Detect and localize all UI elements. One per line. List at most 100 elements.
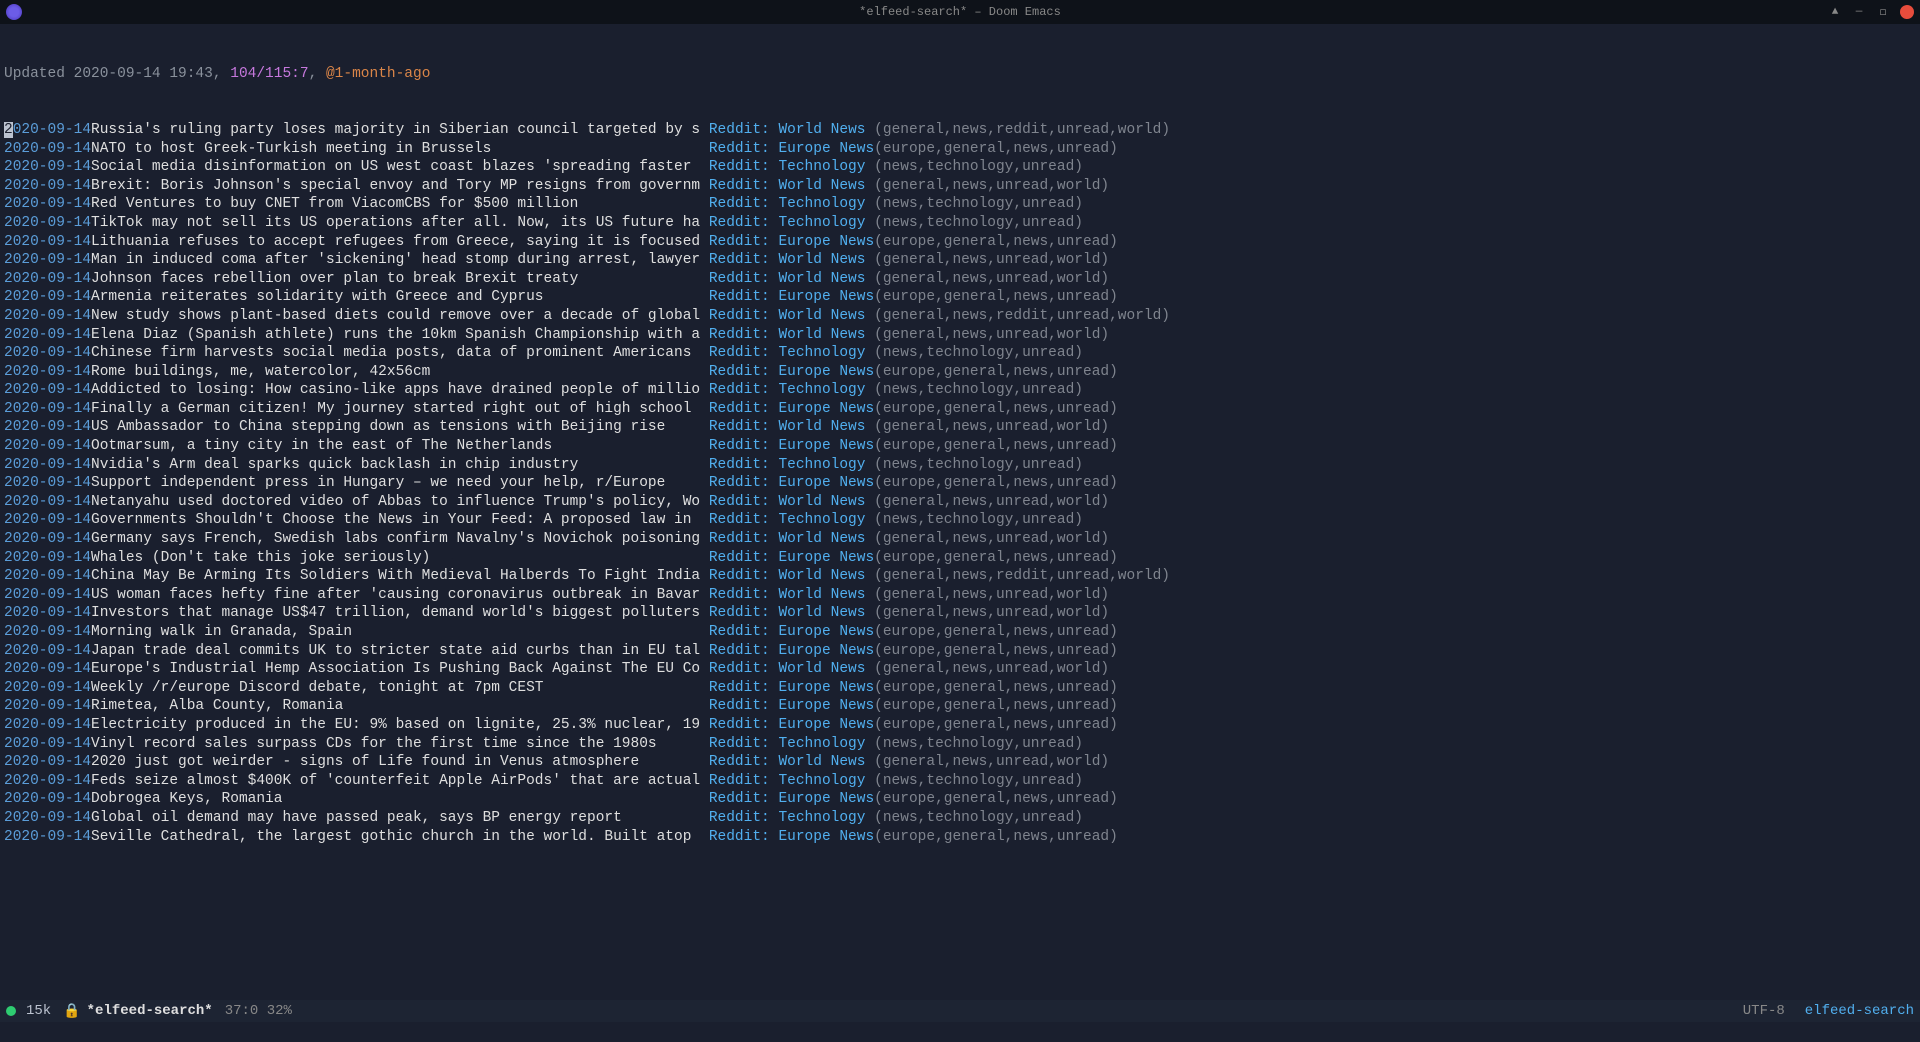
entry-tags: (general,news,unread,world) xyxy=(874,530,1109,549)
entry-feed: Reddit: World News xyxy=(709,326,874,345)
entry-date: 2020-09-14 xyxy=(4,790,91,809)
entry-date: 2020-09-14 xyxy=(4,195,91,214)
entry-date: 2020-09-14 xyxy=(4,363,91,382)
entry-date: 2020-09-14 xyxy=(4,604,91,623)
entry-title: Chinese firm harvests social media posts… xyxy=(91,344,709,363)
entry-feed: Reddit: World News xyxy=(709,177,874,196)
modeline-major-mode: elfeed-search xyxy=(1805,1003,1914,1019)
feed-entry[interactable]: 2020-09-14 Ootmarsum, a tiny city in the… xyxy=(4,437,1916,456)
entry-feed: Reddit: Technology xyxy=(709,381,874,400)
entry-feed: Reddit: Europe News xyxy=(709,642,874,661)
modeline-position: 37:0 32% xyxy=(225,1003,292,1019)
close-icon[interactable] xyxy=(1900,5,1914,19)
feed-entry[interactable]: 2020-09-14 Global oil demand may have pa… xyxy=(4,809,1916,828)
titlebar: *elfeed-search* – Doom Emacs ▲ — ◻ xyxy=(0,0,1920,24)
feed-entry[interactable]: 2020-09-14 China May Be Arming Its Soldi… xyxy=(4,567,1916,586)
entry-feed: Reddit: Europe News xyxy=(709,474,874,493)
entry-feed: Reddit: Technology xyxy=(709,158,874,177)
feed-entry[interactable]: 2020-09-14 NATO to host Greek-Turkish me… xyxy=(4,140,1916,159)
feed-entry[interactable]: 2020-09-14 Finally a German citizen! My … xyxy=(4,400,1916,419)
window-controls: ▲ — ◻ xyxy=(1828,5,1920,19)
feed-entry[interactable]: 2020-09-14 Japan trade deal commits UK t… xyxy=(4,642,1916,661)
feed-entry[interactable]: 2020-09-14 Netanyahu used doctored video… xyxy=(4,493,1916,512)
entry-tags: (europe,general,news,unread) xyxy=(874,363,1118,382)
feed-entry[interactable]: 2020-09-14 2020 just got weirder - signs… xyxy=(4,753,1916,772)
entry-date: 2020-09-14 xyxy=(4,642,91,661)
entry-tags: (news,technology,unread) xyxy=(874,809,1083,828)
entry-title: Red Ventures to buy CNET from ViacomCBS … xyxy=(91,195,709,214)
entry-feed: Reddit: World News xyxy=(709,753,874,772)
feed-entry[interactable]: 2020-09-14 Johnson faces rebellion over … xyxy=(4,270,1916,289)
entry-feed: Reddit: Europe News xyxy=(709,233,874,252)
feed-entry[interactable]: 2020-09-14 Europe's Industrial Hemp Asso… xyxy=(4,660,1916,679)
minibuffer[interactable] xyxy=(0,1022,1920,1042)
entry-date: 2020-09-14 xyxy=(4,586,91,605)
modeline-buffer-name: *elfeed-search* xyxy=(87,1003,213,1019)
entry-date: 2020-09-14 xyxy=(4,716,91,735)
feed-entry[interactable]: 2020-09-14 Support independent press in … xyxy=(4,474,1916,493)
entry-tags: (news,technology,unread) xyxy=(874,158,1083,177)
maximize-icon[interactable]: ◻ xyxy=(1876,5,1890,19)
feed-entry[interactable]: 2020-09-14 Feds seize almost $400K of 'c… xyxy=(4,772,1916,791)
entry-date: 2020-09-14 xyxy=(4,233,91,252)
header-sep: , xyxy=(309,66,326,82)
entry-title: Europe's Industrial Hemp Association Is … xyxy=(91,660,709,679)
feed-entry[interactable]: 2020-09-14 Germany says French, Swedish … xyxy=(4,530,1916,549)
entry-title: Governments Shouldn't Choose the News in… xyxy=(91,511,709,530)
window-up-icon[interactable]: ▲ xyxy=(1828,5,1842,19)
entry-date: 2020-09-14 xyxy=(4,251,91,270)
feed-entry[interactable]: 2020-09-14 Dobrogea Keys, Romania Reddit… xyxy=(4,790,1916,809)
feed-entry[interactable]: 2020-09-14 Morning walk in Granada, Spai… xyxy=(4,623,1916,642)
entry-title: Vinyl record sales surpass CDs for the f… xyxy=(91,735,709,754)
feed-entry[interactable]: 2020-09-14 US woman faces hefty fine aft… xyxy=(4,586,1916,605)
feed-entry[interactable]: 2020-09-14 Chinese firm harvests social … xyxy=(4,344,1916,363)
entry-title: Ootmarsum, a tiny city in the east of Th… xyxy=(91,437,709,456)
entry-feed: Reddit: Europe News xyxy=(709,400,874,419)
entry-feed: Reddit: Europe News xyxy=(709,828,874,847)
modeline-status-dot xyxy=(6,1006,16,1016)
entry-tags: (news,technology,unread) xyxy=(874,511,1083,530)
entry-title: Investors that manage US$47 trillion, de… xyxy=(91,604,709,623)
feed-entry[interactable]: 2020-09-14 Whales (Don't take this joke … xyxy=(4,549,1916,568)
feed-entry[interactable]: 2020-09-14 New study shows plant-based d… xyxy=(4,307,1916,326)
feed-entry[interactable]: 2020-09-14 Man in induced coma after 'si… xyxy=(4,251,1916,270)
feed-entry[interactable]: 2020-09-14 Elena Diaz (Spanish athlete) … xyxy=(4,326,1916,345)
entry-tags: (europe,general,news,unread) xyxy=(874,474,1118,493)
feed-entry[interactable]: 2020-09-14 Lithuania refuses to accept r… xyxy=(4,233,1916,252)
feed-entry[interactable]: 2020-09-14 TikTok may not sell its US op… xyxy=(4,214,1916,233)
entry-title: Weekly /r/europe Discord debate, tonight… xyxy=(91,679,709,698)
buffer-content[interactable]: Updated 2020-09-14 19:43, 104/115:7, @1-… xyxy=(0,24,1920,1000)
feed-entry[interactable]: 2020-09-14 Electricity produced in the E… xyxy=(4,716,1916,735)
feed-entry[interactable]: 2020-09-14 Investors that manage US$47 t… xyxy=(4,604,1916,623)
feed-entry[interactable]: 2020-09-14 Vinyl record sales surpass CD… xyxy=(4,735,1916,754)
feed-entry[interactable]: 2020-09-14 Rome buildings, me, watercolo… xyxy=(4,363,1916,382)
feed-entry[interactable]: 2020-09-14 Social media disinformation o… xyxy=(4,158,1916,177)
minimize-icon[interactable]: — xyxy=(1852,5,1866,19)
entry-feed: Reddit: Europe News xyxy=(709,288,874,307)
entry-title: Armenia reiterates solidarity with Greec… xyxy=(91,288,709,307)
feed-entry[interactable]: 2020-09-14 Addicted to losing: How casin… xyxy=(4,381,1916,400)
feed-entry[interactable]: 2020-09-14 Rimetea, Alba County, Romania… xyxy=(4,697,1916,716)
entry-date: 2020-09-14 xyxy=(4,772,91,791)
entry-feed: Reddit: World News xyxy=(709,307,874,326)
header-updated: Updated 2020-09-14 19:43, xyxy=(4,66,230,82)
feed-entry[interactable]: 2020-09-14 Russia's ruling party loses m… xyxy=(4,121,1916,140)
entry-tags: (news,technology,unread) xyxy=(874,195,1083,214)
entry-tags: (news,technology,unread) xyxy=(874,381,1083,400)
entry-tags: (news,technology,unread) xyxy=(874,214,1083,233)
feed-entry[interactable]: 2020-09-14 Seville Cathedral, the larges… xyxy=(4,828,1916,847)
entry-feed: Reddit: World News xyxy=(709,530,874,549)
entry-tags: (europe,general,news,unread) xyxy=(874,642,1118,661)
entry-tags: (general,news,unread,world) xyxy=(874,586,1109,605)
entry-title: Support independent press in Hungary – w… xyxy=(91,474,709,493)
feed-entry[interactable]: 2020-09-14 Weekly /r/europe Discord deba… xyxy=(4,679,1916,698)
entry-date: 2020-09-14 xyxy=(4,214,91,233)
entry-tags: (general,news,unread,world) xyxy=(874,660,1109,679)
feed-entry[interactable]: 2020-09-14 Nvidia's Arm deal sparks quic… xyxy=(4,456,1916,475)
feed-entry[interactable]: 2020-09-14 US Ambassador to China steppi… xyxy=(4,418,1916,437)
entry-title: Rimetea, Alba County, Romania xyxy=(91,697,709,716)
feed-entry[interactable]: 2020-09-14 Armenia reiterates solidarity… xyxy=(4,288,1916,307)
feed-entry[interactable]: 2020-09-14 Governments Shouldn't Choose … xyxy=(4,511,1916,530)
feed-entry[interactable]: 2020-09-14 Red Ventures to buy CNET from… xyxy=(4,195,1916,214)
feed-entry[interactable]: 2020-09-14 Brexit: Boris Johnson's speci… xyxy=(4,177,1916,196)
